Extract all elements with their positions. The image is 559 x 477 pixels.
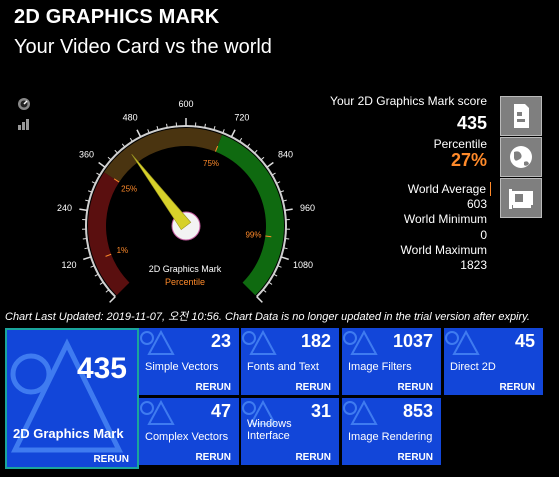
speed-dial-icon[interactable] [16, 97, 32, 111]
rerun-button[interactable]: RERUN [295, 452, 331, 463]
tile-label: Direct 2D [450, 361, 496, 373]
gauge-major-tick [230, 129, 236, 138]
tile-label: Image Filters [348, 361, 412, 373]
percentile-marker-label: 1% [117, 246, 129, 255]
world-minimum-label: World Minimum [403, 212, 487, 226]
shapes-icon [140, 329, 175, 355]
page-subtitle: Your Video Card vs the world [14, 36, 272, 58]
world-minimum-value: 0 [480, 228, 487, 242]
gauge-major-tick [256, 296, 263, 303]
tile-image-rendering[interactable]: 853 Image Rendering RERUN [342, 398, 441, 465]
shapes-icon [242, 329, 277, 355]
tile-label: Windows Interface [247, 418, 292, 442]
benchmark-shapes-icon [10, 338, 124, 453]
gauge-major-tick [83, 256, 92, 261]
world-average-value: 603 [466, 197, 487, 211]
gauge-tick-label: 1080 [293, 260, 313, 270]
tile-label: Fonts and Text [247, 361, 319, 373]
rerun-button[interactable]: RERUN [397, 382, 433, 393]
tile-label: Simple Vectors [145, 361, 219, 373]
page-title: 2D GRAPHICS MARK [14, 6, 220, 28]
gauge-major-tick [98, 161, 106, 168]
rerun-button[interactable]: RERUN [195, 382, 231, 393]
gauge-major-tick [266, 161, 274, 168]
tile-value: 853 [402, 401, 433, 421]
tile-complex-vectors[interactable]: 47 Complex Vectors RERUN [139, 398, 239, 465]
gauge-tick-label: 960 [300, 203, 315, 213]
gauge-major-tick [280, 256, 289, 261]
world-maximum-value: 1823 [460, 258, 487, 272]
gauge-minor-tick [260, 156, 265, 161]
tile-label: Image Rendering [348, 431, 433, 443]
world-maximum-label: World Maximum [400, 243, 487, 257]
chart-update-note: Chart Last Updated: 2019-11-07, 오전 10:56… [5, 311, 530, 323]
gauge-tick-label: 360 [79, 150, 94, 160]
globe-icon[interactable] [500, 137, 542, 177]
document-icon[interactable] [500, 96, 542, 136]
tile-simple-vectors[interactable]: 23 Simple Vectors RERUN [139, 328, 239, 395]
tile-value: 31 [310, 401, 331, 421]
tile-value: 182 [300, 331, 331, 351]
shapes-icon [343, 329, 378, 355]
gauge-minor-tick [105, 289, 110, 293]
rerun-button[interactable]: RERUN [195, 452, 231, 463]
gauge-center-label: 2D Graphics Mark [148, 264, 222, 274]
percentile-marker-label: 99% [245, 231, 261, 240]
gauge-band-mid [104, 128, 223, 183]
gauge-tick-label: 120 [62, 260, 77, 270]
tile-value: 45 [514, 331, 535, 351]
shapes-icon [343, 399, 378, 425]
percentile-marker-label: 75% [203, 159, 219, 168]
main-rerun-button[interactable]: RERUN [93, 454, 129, 465]
chart-bars-icon[interactable] [16, 117, 32, 131]
tile-direct-2d[interactable]: 45 Direct 2D RERUN [444, 328, 543, 395]
tile-label: Complex Vectors [145, 431, 229, 443]
gauge-major-tick [79, 208, 88, 212]
tile-windows-interface[interactable]: 31 Windows Interface RERUN [241, 398, 339, 465]
tile-value: 1037 [392, 331, 433, 351]
gauge-band-high [215, 134, 284, 296]
score-label: Your 2D Graphics Mark score [330, 94, 487, 108]
gauge-minor-tick [114, 149, 118, 154]
gauge-center-sublabel: Percentile [164, 277, 206, 287]
gauge-major-tick [109, 296, 116, 303]
gauge-major-tick [284, 208, 293, 212]
gauge-minor-tick [268, 281, 273, 285]
main-score-label: 2D Graphics Mark [13, 426, 124, 441]
gauge-minor-tick [262, 289, 267, 293]
graphics-card-icon[interactable] [500, 178, 542, 218]
gauge-tick-label: 840 [278, 150, 293, 160]
world-average-label: World Average [408, 182, 491, 196]
tile-fonts-and-text[interactable]: 182 Fonts and Text RERUN [241, 328, 339, 395]
rerun-button[interactable]: RERUN [499, 382, 535, 393]
gauge-major-tick [136, 129, 142, 138]
main-score-value: 435 [76, 352, 127, 385]
tile-value: 23 [210, 331, 231, 351]
gauge-minor-tick [107, 156, 112, 161]
gauge-tick-label: 600 [178, 99, 193, 109]
gauge-tick-label: 240 [57, 203, 72, 213]
gauge-tick-label: 720 [234, 112, 249, 122]
rerun-button[interactable]: RERUN [397, 452, 433, 463]
gauge-minor-tick [121, 143, 126, 148]
percentile-value: 27% [450, 150, 487, 170]
gauge-tick-label: 480 [123, 112, 138, 122]
rerun-button[interactable]: RERUN [295, 382, 331, 393]
gauge-minor-tick [254, 149, 258, 154]
percentile-label: Percentile [433, 137, 487, 151]
gauge-needle [131, 154, 192, 231]
percentile-marker-label: 25% [121, 185, 137, 194]
score-value: 435 [456, 113, 487, 133]
gauge-minor-tick [285, 238, 290, 240]
tile-image-filters[interactable]: 1037 Image Filters RERUN [342, 328, 441, 395]
main-score-tile[interactable]: 435 2D Graphics Mark RERUN [5, 328, 139, 469]
gauge-minor-tick [99, 281, 104, 285]
tile-value: 47 [210, 401, 231, 421]
gauge-minor-tick [82, 238, 87, 240]
shapes-icon [445, 329, 480, 355]
gauge-minor-tick [246, 143, 251, 148]
shapes-icon [140, 399, 175, 425]
